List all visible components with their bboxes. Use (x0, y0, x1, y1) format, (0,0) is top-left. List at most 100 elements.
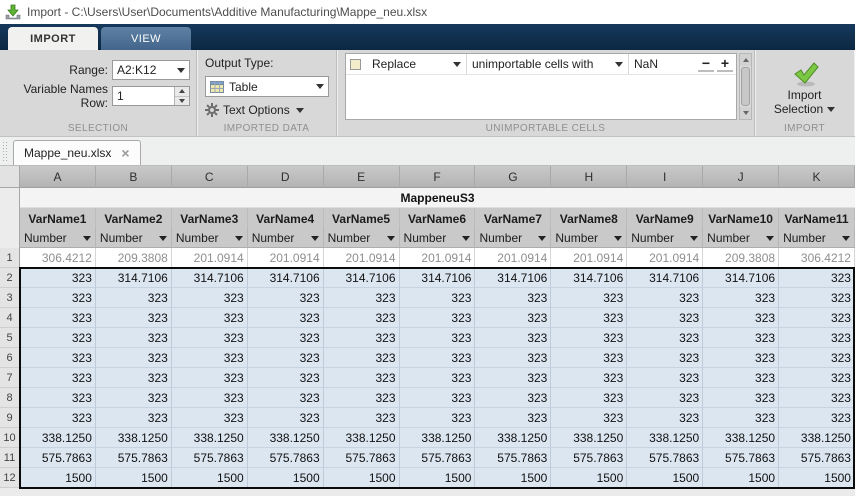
cell[interactable]: 209.3808 (703, 248, 779, 268)
cell[interactable]: 323 (475, 328, 551, 348)
cell[interactable]: 323 (551, 328, 627, 348)
cell[interactable]: 1500 (475, 468, 551, 488)
column-header-h[interactable]: H (551, 166, 627, 188)
cell[interactable]: 575.7863 (96, 448, 172, 468)
cell[interactable]: 1500 (172, 468, 248, 488)
variable-name-header[interactable]: VarName10 (703, 208, 779, 229)
cell[interactable]: 323 (324, 408, 400, 428)
cell[interactable]: 323 (96, 308, 172, 328)
column-type-dropdown[interactable]: Number (475, 229, 551, 248)
cell[interactable]: 323 (703, 328, 779, 348)
variable-name-header[interactable]: VarName7 (475, 208, 551, 229)
variable-name-header[interactable]: VarName1 (20, 208, 96, 229)
cell[interactable]: 323 (475, 368, 551, 388)
cell[interactable]: 323 (20, 268, 96, 288)
cell[interactable]: 323 (627, 388, 703, 408)
cell[interactable]: 306.4212 (20, 248, 96, 268)
cell[interactable]: 575.7863 (20, 448, 96, 468)
cell[interactable]: 575.7863 (400, 448, 476, 468)
cell[interactable]: 575.7863 (779, 448, 855, 468)
column-type-dropdown[interactable]: Number (324, 229, 400, 248)
cell[interactable]: 338.1250 (324, 428, 400, 448)
variable-names-row-spinner[interactable]: 1 (112, 86, 190, 106)
cell[interactable]: 338.1250 (400, 428, 476, 448)
cell[interactable]: 314.7106 (703, 268, 779, 288)
cell[interactable]: 1500 (96, 468, 172, 488)
cell[interactable]: 575.7863 (703, 448, 779, 468)
rules-scrollbar[interactable] (739, 53, 752, 120)
cell[interactable]: 323 (248, 408, 324, 428)
cell[interactable]: 1500 (248, 468, 324, 488)
cell[interactable]: 314.7106 (475, 268, 551, 288)
cell[interactable]: 1500 (400, 468, 476, 488)
cell[interactable]: 575.7863 (551, 448, 627, 468)
cell[interactable]: 323 (248, 308, 324, 328)
cell[interactable]: 323 (96, 388, 172, 408)
cell[interactable]: 1500 (20, 468, 96, 488)
cell[interactable]: 323 (20, 408, 96, 428)
cell[interactable]: 323 (551, 368, 627, 388)
cell[interactable]: 323 (627, 308, 703, 328)
scrollbar-thumb[interactable] (741, 67, 750, 106)
column-type-dropdown[interactable]: Number (96, 229, 172, 248)
cell[interactable]: 323 (400, 328, 476, 348)
column-type-dropdown[interactable]: Number (627, 229, 703, 248)
cell[interactable]: 323 (475, 348, 551, 368)
column-header-e[interactable]: E (324, 166, 400, 188)
row-number[interactable]: 4 (0, 308, 20, 328)
cell[interactable]: 323 (172, 308, 248, 328)
close-icon[interactable]: × (121, 147, 129, 159)
cell[interactable]: 323 (779, 388, 855, 408)
document-tab[interactable]: Mappe_neu.xlsx × (13, 140, 141, 165)
row-number[interactable]: 7 (0, 368, 20, 388)
cell[interactable]: 323 (324, 388, 400, 408)
cell[interactable]: 323 (248, 388, 324, 408)
add-rule-button[interactable]: + (717, 56, 733, 72)
column-type-dropdown[interactable]: Number (551, 229, 627, 248)
cell[interactable]: 575.7863 (324, 448, 400, 468)
column-type-dropdown[interactable]: Number (703, 229, 779, 248)
column-header-j[interactable]: J (703, 166, 779, 188)
variable-name-header[interactable]: VarName11 (779, 208, 855, 229)
cell[interactable]: 209.3808 (96, 248, 172, 268)
cell[interactable]: 314.7106 (248, 268, 324, 288)
cell[interactable]: 323 (627, 328, 703, 348)
variable-name-header[interactable]: VarName4 (248, 208, 324, 229)
cell[interactable]: 338.1250 (96, 428, 172, 448)
cell[interactable]: 1500 (703, 468, 779, 488)
column-header-f[interactable]: F (400, 166, 476, 188)
rule-action-dropdown[interactable]: Replace (367, 54, 467, 74)
cell[interactable]: 1500 (551, 468, 627, 488)
cell[interactable]: 338.1250 (551, 428, 627, 448)
import-selection-button[interactable]: Import Selection (755, 62, 854, 116)
column-type-dropdown[interactable]: Number (248, 229, 324, 248)
cell[interactable]: 323 (627, 368, 703, 388)
cell[interactable]: 201.0914 (172, 248, 248, 268)
cell[interactable]: 1500 (324, 468, 400, 488)
tab-view[interactable]: VIEW (101, 27, 191, 50)
drag-grip-icon[interactable] (2, 141, 9, 163)
cell[interactable]: 323 (248, 288, 324, 308)
spinner-up-button[interactable] (175, 87, 189, 97)
cell[interactable]: 323 (703, 308, 779, 328)
cell[interactable]: 323 (20, 288, 96, 308)
cell[interactable]: 314.7106 (551, 268, 627, 288)
cell[interactable]: 323 (475, 288, 551, 308)
tab-import[interactable]: IMPORT (8, 27, 98, 50)
row-number[interactable]: 1 (0, 248, 20, 268)
cell[interactable]: 306.4212 (779, 248, 855, 268)
cell[interactable]: 323 (400, 288, 476, 308)
cell[interactable]: 575.7863 (248, 448, 324, 468)
cell[interactable]: 201.0914 (324, 248, 400, 268)
cell[interactable]: 323 (627, 408, 703, 428)
column-header-k[interactable]: K (779, 166, 855, 188)
column-type-dropdown[interactable]: Number (400, 229, 476, 248)
column-header-i[interactable]: I (627, 166, 703, 188)
cell[interactable]: 338.1250 (703, 428, 779, 448)
cell[interactable]: 323 (248, 368, 324, 388)
cell[interactable]: 323 (172, 288, 248, 308)
row-number[interactable]: 6 (0, 348, 20, 368)
cell[interactable]: 323 (400, 348, 476, 368)
cell[interactable]: 323 (324, 308, 400, 328)
cell[interactable]: 338.1250 (172, 428, 248, 448)
